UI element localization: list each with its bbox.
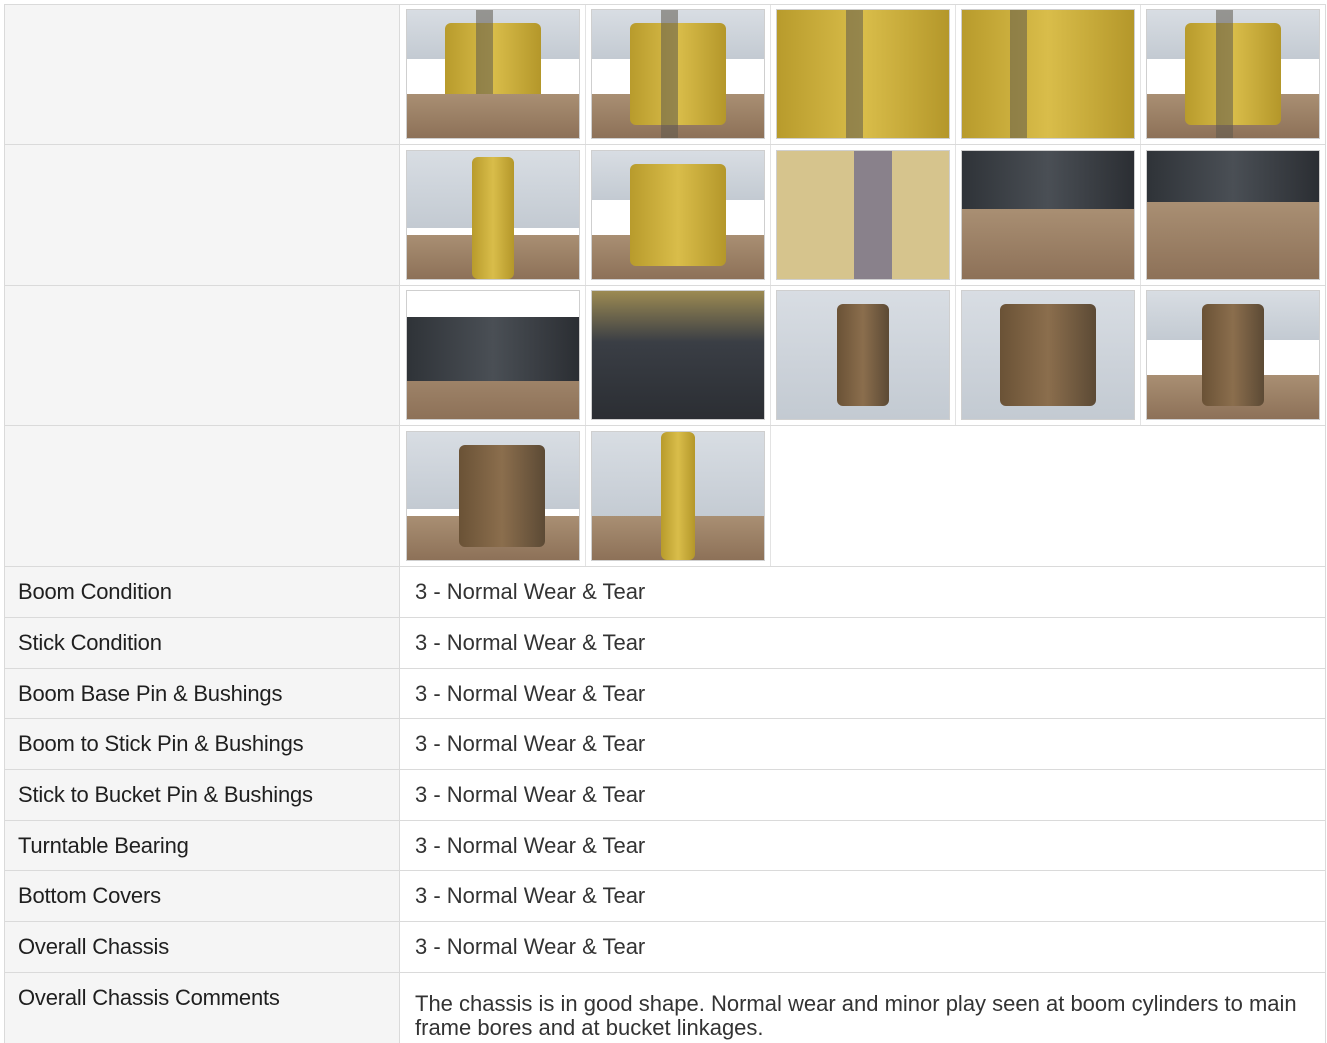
comments-label: Overall Chassis Comments (18, 985, 280, 1010)
condition-row: Boom to Stick Pin & Bushings 3 - Normal … (4, 719, 1326, 769)
bottom-cover-photo[interactable] (1146, 150, 1320, 280)
photo-row-images (401, 145, 1326, 285)
photo-row-images (401, 4, 1326, 144)
divider (4, 566, 1326, 567)
photo-row (4, 426, 1326, 566)
condition-row: Overall Chassis 3 - Normal Wear & Tear (4, 922, 1326, 972)
table-border-left (4, 4, 5, 1043)
boom-base-photo[interactable] (406, 9, 580, 139)
condition-value: 3 - Normal Wear & Tear (415, 934, 646, 959)
condition-row: Bottom Covers 3 - Normal Wear & Tear (4, 871, 1326, 921)
boom-cylinder-photo[interactable] (591, 9, 765, 139)
divider (4, 4, 1326, 5)
comments-value: The chassis is in good shape. Normal wea… (415, 991, 1297, 1040)
condition-row: Boom Condition 3 - Normal Wear & Tear (4, 567, 1326, 617)
condition-value: 3 - Normal Wear & Tear (415, 833, 646, 858)
divider (4, 425, 1326, 426)
divider (4, 285, 1326, 286)
photo-row-label-cell (4, 285, 400, 425)
undercarriage-photo[interactable] (591, 290, 765, 420)
stick-end-photo[interactable] (776, 290, 950, 420)
condition-value: 3 - Normal Wear & Tear (415, 681, 646, 706)
divider (4, 870, 1326, 871)
condition-row: Boom Base Pin & Bushings 3 - Normal Wear… (4, 669, 1326, 719)
photo-row (4, 4, 1326, 144)
condition-row: Stick to Bucket Pin & Bushings 3 - Norma… (4, 770, 1326, 820)
photo-row (4, 145, 1326, 285)
comments-row: Overall Chassis Comments The chassis is … (4, 973, 1326, 1043)
cab-side-photo[interactable] (591, 150, 765, 280)
condition-label: Stick to Bucket Pin & Bushings (18, 782, 313, 807)
turntable-bearing-photo[interactable] (961, 150, 1135, 280)
condition-value: 3 - Normal Wear & Tear (415, 883, 646, 908)
bottom-cover-left-photo[interactable] (406, 290, 580, 420)
condition-label: Boom Condition (18, 579, 172, 604)
divider (4, 921, 1326, 922)
divider (4, 144, 1326, 145)
condition-row: Stick Condition 3 - Normal Wear & Tear (4, 618, 1326, 668)
divider (4, 668, 1326, 669)
divider (4, 820, 1326, 821)
divider (4, 718, 1326, 719)
boom-hose-photo[interactable] (961, 9, 1135, 139)
pin-grease-photo[interactable] (776, 150, 950, 280)
stick-bucket-pin-photo[interactable] (961, 290, 1135, 420)
boom-cylinder-front-photo[interactable] (1146, 9, 1320, 139)
photo-row-images (401, 285, 1326, 425)
photo-row-label-cell (4, 145, 400, 285)
condition-label: Turntable Bearing (18, 833, 189, 858)
bucket-linkage-side-photo[interactable] (406, 431, 580, 561)
divider (4, 972, 1326, 973)
bucket-linkage-photo[interactable] (1146, 290, 1320, 420)
condition-value: 3 - Normal Wear & Tear (415, 731, 646, 756)
condition-value: 3 - Normal Wear & Tear (415, 782, 646, 807)
condition-label: Overall Chassis (18, 934, 170, 959)
photo-row-label-cell (4, 426, 400, 566)
condition-label: Boom to Stick Pin & Bushings (18, 731, 304, 756)
boom-pin-photo[interactable] (776, 9, 950, 139)
inspection-table: Boom Condition 3 - Normal Wear & Tear St… (0, 0, 1327, 1043)
condition-row: Turntable Bearing 3 - Normal Wear & Tear (4, 821, 1326, 871)
condition-value: 3 - Normal Wear & Tear (415, 579, 646, 604)
condition-label: Boom Base Pin & Bushings (18, 681, 283, 706)
divider (4, 769, 1326, 770)
condition-label: Stick Condition (18, 630, 162, 655)
boom-front-photo[interactable] (591, 431, 765, 561)
photo-row-label-cell (4, 4, 400, 144)
photo-row-images (401, 426, 1326, 566)
boom-upright-photo[interactable] (406, 150, 580, 280)
divider (4, 617, 1326, 618)
condition-label: Bottom Covers (18, 883, 161, 908)
table-border-right (1325, 4, 1326, 1043)
photo-row (4, 285, 1326, 425)
condition-value: 3 - Normal Wear & Tear (415, 630, 646, 655)
